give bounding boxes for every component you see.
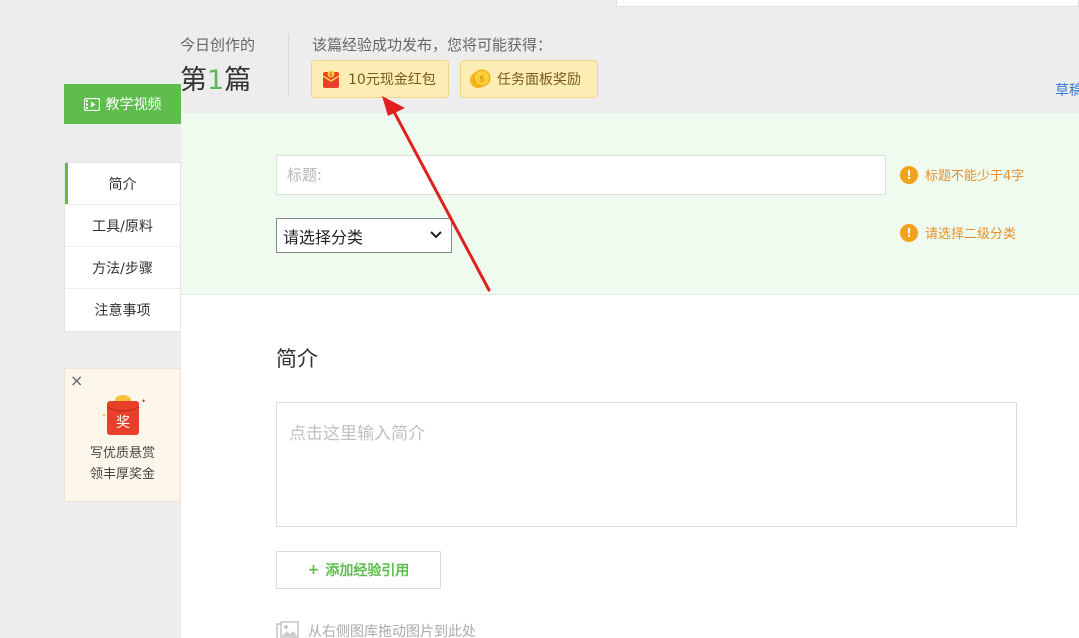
- chevron-down-icon: [430, 231, 442, 239]
- nav-item-steps[interactable]: 方法/步骤: [65, 247, 180, 289]
- warning-icon: !: [900, 223, 918, 242]
- warning-icon: !: [900, 165, 918, 184]
- svg-text:✦: ✦: [141, 398, 146, 405]
- title-form-area: 请选择分类 ! 标题不能少于4字 ! 请选择二级分类: [181, 113, 1079, 295]
- image-icon: [276, 621, 299, 638]
- top-search-strip: [616, 0, 1079, 7]
- intro-editor[interactable]: 点击这里输入简介: [276, 402, 1017, 527]
- image-drop-hint[interactable]: 从右侧图库拖动图片到此处: [276, 621, 476, 638]
- today-count-number: 1: [207, 65, 225, 96]
- editor-main: 请选择分类 ! 标题不能少于4字 ! 请选择二级分类 简介 点击这里输入简介 +…: [181, 113, 1079, 638]
- svg-text:✦: ✦: [102, 413, 106, 419]
- header-divider: [288, 34, 289, 96]
- title-input[interactable]: [276, 155, 886, 195]
- today-count: 第1篇: [180, 58, 251, 97]
- cash-reward-label: 10元现金红包: [348, 72, 436, 88]
- cash-reward-badge[interactable]: $ 10元现金红包: [311, 60, 449, 98]
- category-warning: ! 请选择二级分类: [900, 223, 1016, 242]
- promo-line-2: 领丰厚奖金: [89, 467, 155, 482]
- promo-text: 写优质悬赏 领丰厚奖金: [65, 443, 180, 485]
- task-reward-badge[interactable]: $ 任务面板奖励: [460, 60, 598, 98]
- title-warning: ! 标题不能少于4字: [900, 165, 1024, 184]
- section-nav: 简介 工具/原料 方法/步骤 注意事项: [64, 162, 181, 332]
- bounty-promo[interactable]: × 奖 ✦ ✦ 写优质悬赏 领丰厚奖金: [64, 368, 181, 502]
- image-drop-hint-text: 从右侧图库拖动图片到此处: [308, 624, 476, 638]
- tutorial-video-button[interactable]: 教学视频: [64, 84, 181, 124]
- draft-link[interactable]: 草稿: [1055, 80, 1079, 100]
- nav-item-tools[interactable]: 工具/原料: [65, 205, 180, 247]
- close-icon[interactable]: ×: [70, 371, 83, 390]
- intro-section-title: 简介: [276, 347, 318, 371]
- plus-icon: +: [307, 562, 320, 578]
- task-reward-label: 任务面板奖励: [497, 72, 581, 88]
- category-select[interactable]: 请选择分类: [276, 218, 452, 253]
- category-select-value: 请选择分类: [283, 227, 364, 247]
- today-count-prefix: 第: [180, 65, 207, 96]
- tutorial-video-label: 教学视频: [105, 97, 162, 113]
- reward-title: 该篇经验成功发布，您将可能获得：: [312, 36, 553, 54]
- svg-text:奖: 奖: [116, 414, 130, 431]
- svg-text:$: $: [479, 75, 485, 85]
- nav-item-intro[interactable]: 简介: [65, 163, 180, 205]
- add-reference-button[interactable]: + 添加经验引用: [276, 551, 441, 589]
- reward-envelope-icon: 奖 ✦ ✦: [102, 395, 146, 435]
- title-warning-text: 标题不能少于4字: [925, 169, 1025, 184]
- promo-line-1: 写优质悬赏: [89, 446, 155, 461]
- nav-item-notes[interactable]: 注意事项: [65, 289, 180, 331]
- category-warning-text: 请选择二级分类: [925, 227, 1017, 242]
- add-reference-label: 添加经验引用: [325, 563, 410, 579]
- today-count-suffix: 篇: [224, 65, 252, 96]
- gold-coin-icon: $: [470, 69, 491, 88]
- svg-text:$: $: [329, 72, 332, 78]
- red-envelope-icon: $: [322, 70, 340, 88]
- today-label: 今日创作的: [180, 36, 256, 54]
- video-icon: [83, 97, 100, 111]
